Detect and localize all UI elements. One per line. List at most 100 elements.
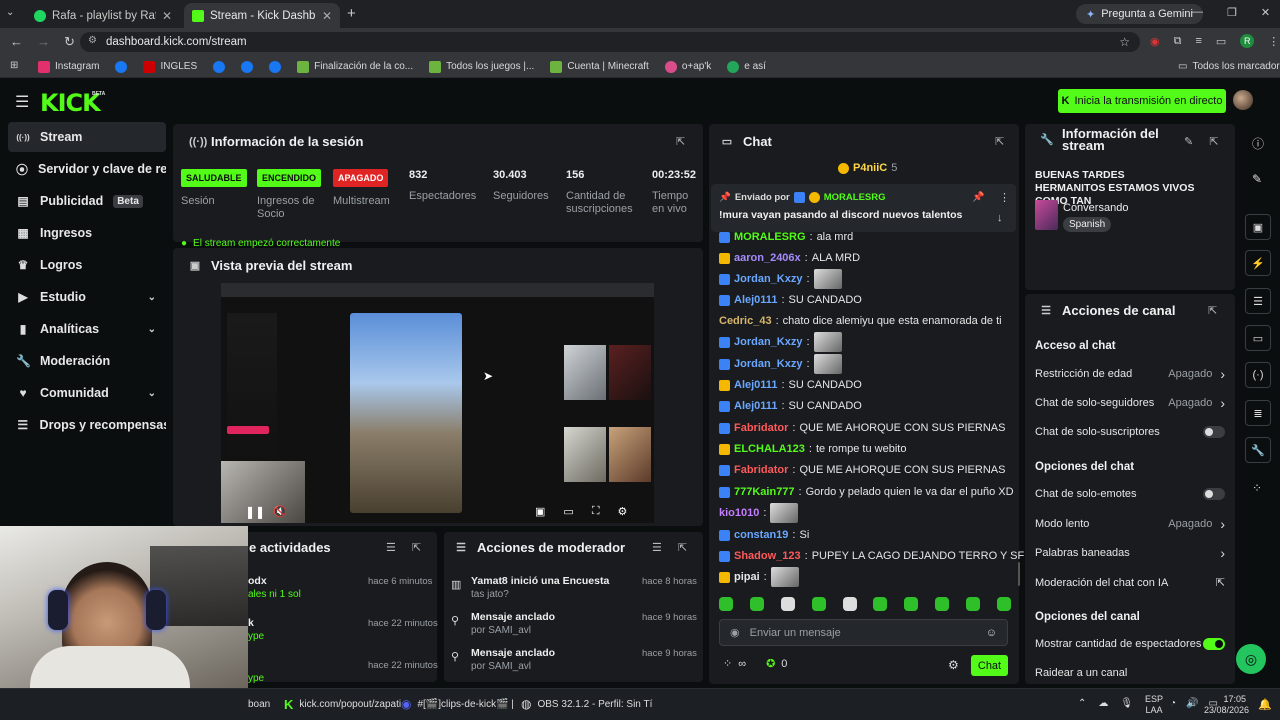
edit-icon[interactable]: ✎ <box>1252 172 1262 186</box>
channel-setting-row[interactable]: Chat de solo-suscriptores <box>1035 422 1225 442</box>
browser-tab[interactable]: Rafa - playlist by Rafael.xared | ✕ <box>26 3 180 28</box>
chat-username[interactable]: Fabridator <box>734 464 788 476</box>
sidebar-item[interactable]: ♥ Comunidad ⌄ <box>8 378 166 408</box>
settings-icon[interactable]: ⚙ <box>618 505 628 518</box>
close-icon[interactable]: ✕ <box>322 9 332 23</box>
popout-icon[interactable]: ⇱ <box>678 541 687 554</box>
chat-username[interactable]: Cedric_43 <box>719 315 772 327</box>
bookmark-instagram[interactable]: Instagram <box>38 60 99 73</box>
extension-icon[interactable]: ◉ <box>1150 35 1160 48</box>
emote-shortcut-icon[interactable] <box>842 597 857 611</box>
popout-icon[interactable]: ⇱ <box>1208 304 1217 317</box>
chat-username[interactable]: aaron_2406x <box>734 252 801 264</box>
channel-setting-row[interactable]: Moderación del chat con IA ⇱ <box>1035 573 1225 593</box>
maximize-icon[interactable]: ❐ <box>1227 6 1237 19</box>
popout-icon[interactable]: ⇱ <box>1209 135 1218 148</box>
emote-shortcut-icon[interactable] <box>996 597 1011 611</box>
chat-username[interactable]: Jordan_Kxzy <box>734 273 802 285</box>
toggle-switch[interactable] <box>1203 426 1225 438</box>
taskbar-obs[interactable]: ◍ OBS 32.1.2 - Perfil: Sin Tí <box>521 695 652 713</box>
kick-coin-icon[interactable]: ✪ <box>766 657 775 670</box>
bookmark-facebook[interactable] <box>115 60 128 73</box>
bookmark-facebook[interactable] <box>213 60 226 73</box>
pinned-username[interactable]: MORALESRG <box>824 192 886 203</box>
bookmark-facebook[interactable] <box>241 60 254 73</box>
chat-username[interactable]: Jordan_Kxzy <box>734 336 802 348</box>
unpin-icon[interactable]: 📌 <box>972 192 984 203</box>
media-icon[interactable]: ≡ <box>1195 35 1201 47</box>
bookmark-ingles[interactable]: INGLES <box>143 60 197 73</box>
sidebar-item[interactable]: 🔧 Moderación <box>8 346 166 376</box>
taskbar-kick-popout[interactable]: K kick.com/popout/zapati <box>284 695 401 713</box>
filter-icon[interactable]: ☰ <box>386 541 396 554</box>
more-icon[interactable]: ⋮ <box>999 191 1010 204</box>
sidebar-item[interactable]: ⦿ Servidor y clave de retran <box>8 154 166 184</box>
taskbar-partial-app[interactable]: boan <box>248 695 270 713</box>
popout-icon[interactable]: ⇱ <box>676 135 685 148</box>
pip-icon[interactable]: ▣ <box>535 505 545 518</box>
gemini-button[interactable]: ✦ Pregunta a Gemini <box>1076 4 1203 24</box>
channel-setting-row[interactable]: Raidear a un canal <box>1035 663 1225 683</box>
bookmark-facebook[interactable] <box>269 60 282 73</box>
clock[interactable]: 17:05 23/08/2026 <box>1204 694 1249 716</box>
emote-shortcut-icon[interactable] <box>966 597 980 611</box>
chat-settings-icon[interactable]: ⚙ <box>948 658 959 672</box>
back-icon[interactable]: ← <box>10 34 23 50</box>
popout-icon[interactable]: ⇱ <box>412 541 421 554</box>
rail-button-chat-icon[interactable]: ▭ <box>1245 325 1271 351</box>
url-input[interactable]: ⚙ dashboard.kick.com/stream ☆ <box>80 32 1140 52</box>
site-info-icon[interactable]: ⚙ <box>88 35 97 46</box>
chat-username[interactable]: P4niiC <box>853 162 887 174</box>
toggle-switch[interactable] <box>1203 638 1225 650</box>
category-name[interactable]: Conversando <box>1063 202 1128 214</box>
chat-username[interactable]: Jordan_Kxzy <box>734 358 802 370</box>
rail-button-layers-icon[interactable]: ≣ <box>1245 400 1271 426</box>
theater-icon[interactable]: ▭ <box>563 505 573 518</box>
sidebar-item[interactable]: ▶ Estudio ⌄ <box>8 282 166 312</box>
bookmark-juegos[interactable]: Todos los juegos |... <box>429 60 534 73</box>
edit-icon[interactable]: ✎ <box>1184 135 1193 148</box>
sidebar-item[interactable]: ▦ Ingresos <box>8 218 166 248</box>
chat-username[interactable]: Alej0111 <box>734 400 777 412</box>
go-live-button[interactable]: K Inicia la transmisión en directo <box>1058 89 1226 113</box>
chat-username[interactable]: MORALESRG <box>734 231 806 243</box>
bookmark-finalizacion[interactable]: Finalización de la co... <box>297 60 413 73</box>
rail-button-video-icon[interactable]: ▣ <box>1245 214 1271 240</box>
sidebar-item[interactable]: ☰ Drops y recompensas <box>8 410 166 440</box>
rail-button-bolt-icon[interactable]: ⚡ <box>1245 250 1271 276</box>
bookmark-oapk[interactable]: o+ap'k <box>664 60 711 73</box>
tab-list-chevron-icon[interactable]: ⌄ <box>6 7 14 18</box>
support-fab-icon[interactable]: ◎ <box>1236 644 1266 674</box>
emote-shortcut-icon[interactable] <box>719 597 733 611</box>
reload-icon[interactable]: ↻ <box>64 34 75 50</box>
channel-setting-row[interactable]: Palabras baneadas › <box>1035 543 1225 563</box>
chat-input[interactable]: ◉ Enviar un mensaje ☺ <box>719 619 1008 646</box>
hamburger-menu-icon[interactable]: ☰ <box>15 92 29 112</box>
puzzle-icon[interactable]: ⧉ <box>1174 35 1182 48</box>
cloud-icon[interactable]: ☁ <box>1098 698 1108 709</box>
points-icon[interactable]: ⁘ <box>723 657 732 670</box>
mute-icon[interactable]: 🔇 <box>273 505 287 518</box>
kick-logo[interactable]: KICK <box>40 89 101 117</box>
forward-icon[interactable]: → <box>37 34 50 50</box>
rail-points-icon[interactable]: ⁘ <box>1252 481 1262 495</box>
chat-username[interactable]: Alej0111 <box>734 294 777 306</box>
channel-setting-row[interactable]: Modo lento Apagado › <box>1035 514 1225 534</box>
activity-user[interactable]: odx <box>248 575 267 587</box>
close-window-icon[interactable]: ✕ <box>1261 6 1270 19</box>
mic-icon[interactable]: 🎙 <box>1120 698 1133 709</box>
channel-setting-row[interactable]: Chat de solo-emotes <box>1035 484 1225 504</box>
info-icon[interactable]: ⓘ <box>1252 135 1264 152</box>
chat-username[interactable]: Fabridator <box>734 422 788 434</box>
emote-shortcut-icon[interactable] <box>811 597 826 611</box>
chat-username[interactable]: pipai <box>734 571 760 583</box>
close-icon[interactable]: ✕ <box>162 9 172 23</box>
chat-send-button[interactable]: Chat <box>971 655 1008 676</box>
sidebar-item[interactable]: ▤ Publicidad Beta <box>8 186 166 216</box>
emote-shortcut-icon[interactable] <box>873 597 888 611</box>
channel-setting-row[interactable]: Restricción de edad Apagado › <box>1035 364 1225 384</box>
bookmark-star-icon[interactable]: ☆ <box>1119 35 1130 49</box>
tray-chevron-icon[interactable]: ⌃ <box>1078 698 1086 709</box>
activity-user[interactable]: k <box>248 617 254 629</box>
filter-icon[interactable]: ☰ <box>652 541 662 554</box>
